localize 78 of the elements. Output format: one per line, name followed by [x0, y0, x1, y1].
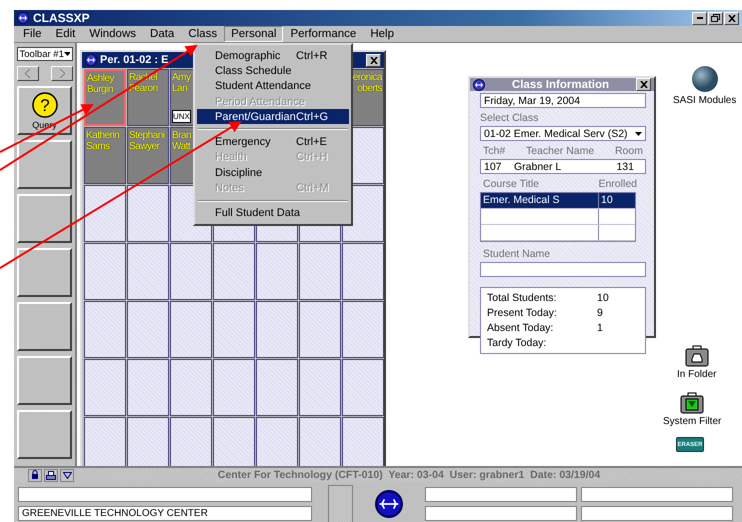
icon-label: SASI Modules — [673, 95, 736, 106]
panel — [328, 484, 353, 522]
previous-button[interactable] — [16, 66, 38, 81]
menu-item[interactable]: File — [16, 26, 49, 42]
menu-item[interactable]: Edit — [48, 26, 82, 42]
minimize-icon — [696, 17, 702, 19]
stat-label: Total Students: — [487, 292, 558, 304]
question-icon: ? — [32, 92, 58, 118]
logo-icon — [473, 78, 485, 90]
stat-value: 9 — [597, 307, 604, 319]
menu-item[interactable]: Help — [363, 26, 401, 42]
date-field: Friday, Mar 19, 2004 — [480, 93, 646, 108]
filter-icon[interactable] — [60, 468, 74, 482]
student-seat[interactable]: Stephani Sawyer — [127, 127, 169, 184]
caret-icon — [64, 52, 70, 56]
teacher-field: 107 Grabner L 131 — [480, 159, 646, 174]
menu-item: Notes Ctrl+M — [214, 181, 330, 196]
menu-item[interactable]: Windows — [82, 26, 144, 42]
menu-item[interactable]: Class — [181, 26, 224, 42]
student-seat[interactable]: Katherin Sams — [84, 127, 126, 184]
globe-icon[interactable] — [690, 65, 719, 93]
stat-label: Absent Today: — [487, 322, 554, 334]
restore-button[interactable] — [708, 12, 723, 24]
printer-icon[interactable] — [44, 468, 58, 482]
close-button[interactable] — [366, 54, 381, 66]
stat-label: Present Today: — [487, 307, 558, 319]
caret-icon — [635, 132, 642, 136]
stat-value: 10 — [597, 292, 610, 304]
restore-icon — [711, 14, 720, 22]
icon-label: In Folder — [677, 369, 716, 380]
class-dropdown[interactable]: 01-02 Emer. Medical Serv (S2) — [480, 126, 646, 141]
menu-item[interactable]: Data — [143, 26, 182, 42]
stat-label: Tardy Today: — [487, 337, 548, 349]
toolbar-button[interactable] — [17, 194, 72, 243]
close-button[interactable] — [724, 12, 739, 24]
menu-item[interactable]: Parent/GuardianCtrl+G — [197, 109, 349, 124]
toolbar-button[interactable] — [17, 356, 72, 405]
school-field: GREENEVILLE TECHNOLOGY CENTER — [18, 506, 312, 520]
student-seat[interactable]: Ashley Burgin — [84, 69, 126, 126]
icon-label: System Filter — [663, 416, 722, 427]
close-icon — [370, 56, 378, 64]
menu-item[interactable]: Demographic Ctrl+R — [197, 48, 349, 64]
menu-item[interactable]: Full Student Data — [197, 206, 349, 221]
column-header: Room — [614, 145, 643, 157]
column-header: Enrolled — [598, 178, 637, 190]
logo-icon — [17, 12, 29, 24]
column-header: Tch# — [483, 145, 506, 157]
seat-tag: UNX — [172, 110, 191, 123]
next-button[interactable] — [50, 66, 72, 81]
stat-value: 1 — [597, 322, 604, 334]
toolbar-button[interactable] — [17, 248, 72, 297]
window-title: Class Information — [510, 78, 610, 90]
minimize-button[interactable] — [692, 12, 707, 24]
column-header: Teacher Name — [526, 145, 594, 157]
toolbar-button[interactable] — [17, 410, 72, 459]
toolbar-button[interactable] — [17, 302, 72, 351]
close-icon — [640, 81, 648, 88]
toolbar-dropdown[interactable]: Toolbar #1 — [16, 47, 72, 61]
logo-icon — [375, 490, 403, 518]
toolbar-button[interactable] — [17, 140, 72, 189]
menu-item[interactable]: Performance — [283, 26, 364, 42]
window-title: Per. 01-02 : E — [100, 54, 168, 66]
close-icon — [728, 14, 736, 22]
status-text: Center For Technology (CFT-010) Year: 03-04 User: grabner1 Date: 03/19/04 — [216, 469, 602, 481]
student-name-field[interactable] — [480, 262, 646, 277]
menu-item: Health Ctrl+H — [214, 150, 328, 166]
close-button[interactable] — [636, 78, 651, 91]
lock-icon[interactable] — [28, 468, 42, 482]
menu-item[interactable]: Personal — [224, 26, 284, 42]
menu-item: Period Attendance — [214, 94, 306, 110]
logo-icon — [85, 54, 97, 66]
tray-icon[interactable] — [684, 345, 709, 367]
window-title: CLASSXP — [33, 11, 90, 25]
column-header: Course Title — [483, 178, 540, 190]
field-label: Student Name — [482, 248, 552, 260]
course-row[interactable]: Emer. Medical S 10 — [481, 193, 635, 209]
filter-icon[interactable] — [680, 392, 704, 414]
field-label: Select Class — [480, 112, 540, 124]
